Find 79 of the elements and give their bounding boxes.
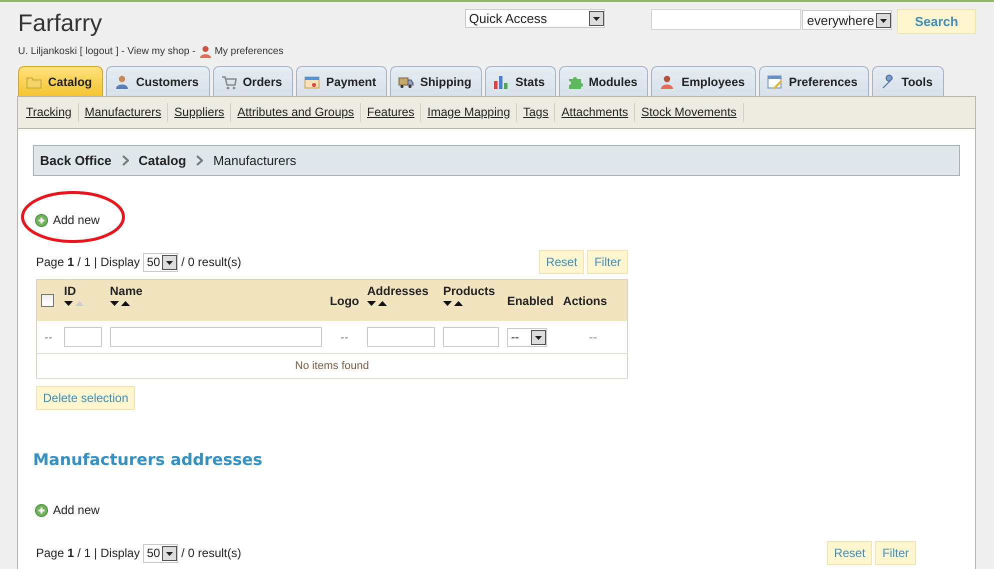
preferences-link[interactable]: My preferences (214, 46, 284, 57)
filter-field[interactable] (110, 327, 322, 347)
subnav-link[interactable]: Attachments (555, 103, 636, 122)
add-new-link[interactable]: Add new (53, 503, 100, 517)
view-shop-link[interactable]: ] - View my shop - (116, 46, 196, 57)
caret-icon[interactable] (162, 254, 178, 270)
filter-field[interactable] (443, 327, 500, 347)
person-icon (198, 45, 212, 58)
cart-icon (220, 74, 237, 90)
breadcrumb-link[interactable]: Back Office (40, 153, 112, 168)
column-header: Logo (330, 294, 360, 308)
nav-tab[interactable]: Customers (106, 66, 210, 96)
plus-icon (35, 214, 48, 226)
caret-icon[interactable] (531, 330, 546, 344)
subnav-link[interactable]: Features (361, 103, 422, 122)
user-name: U. Liljankoski [ (18, 46, 82, 57)
nav-tab[interactable]: Stats (485, 66, 556, 96)
filter-field[interactable] (367, 327, 436, 347)
settings-window-icon (766, 74, 783, 90)
per-page-select[interactable]: 50 (142, 544, 178, 562)
search-field[interactable] (651, 9, 801, 30)
nav-tab[interactable]: Preferences (758, 66, 869, 96)
page-info: Page 1 / 1 | Display (36, 255, 140, 269)
enabled-select[interactable]: -- (507, 328, 548, 346)
plus-icon (35, 504, 48, 516)
empty-cell: -- (340, 330, 348, 344)
sort-up-icon[interactable] (454, 301, 464, 306)
card-icon (304, 74, 320, 90)
sort-down-icon[interactable] (443, 301, 452, 306)
subnav-link[interactable]: Image Mapping (421, 103, 518, 122)
column-header: Name (110, 284, 144, 298)
chevron-icon (122, 155, 129, 166)
column-header: Products (443, 284, 496, 298)
caret-icon[interactable] (876, 12, 891, 28)
add-new-link[interactable]: Add new (53, 213, 100, 227)
empty-cell: -- (44, 330, 52, 344)
per-page-select[interactable]: 50 (142, 252, 178, 272)
quick-access-select[interactable]: Quick Access (465, 9, 605, 28)
column-header: Actions (563, 294, 608, 308)
caret-icon[interactable] (162, 546, 178, 560)
person-icon (114, 74, 130, 90)
empty-cell: -- (589, 330, 598, 344)
sort-up-icon[interactable] (120, 301, 130, 306)
chevron-icon (196, 155, 204, 166)
column-header: Enabled (507, 294, 555, 308)
section-title: Manufacturers addresses (33, 450, 264, 469)
sort-down-icon[interactable] (367, 301, 376, 306)
subnav-link[interactable]: Tags (517, 103, 556, 122)
logout-link[interactable]: logout (85, 46, 113, 57)
shop-title: Farfarry (18, 10, 102, 38)
sort-up-icon[interactable] (378, 301, 388, 306)
subnav-link[interactable]: Suppliers (168, 103, 232, 122)
sort-down-icon[interactable] (110, 301, 119, 306)
subnav-link[interactable]: Stock Movements (635, 103, 744, 122)
bar-chart-icon (493, 74, 510, 90)
search-scope-select[interactable]: everywhere (802, 10, 892, 30)
result-count: / 0 result(s) (181, 255, 242, 269)
filter-field[interactable] (64, 327, 102, 347)
column-header: ID (64, 284, 77, 298)
select-all-checkbox[interactable] (41, 294, 54, 307)
breadcrumb-current: Manufacturers (213, 153, 296, 168)
empty-message: No items found (295, 360, 369, 372)
nav-tab[interactable]: Catalog (18, 66, 104, 96)
person-icon (659, 74, 676, 90)
nav-tab[interactable]: Orders (212, 66, 294, 96)
subnav-link[interactable]: Attributes and Groups (231, 103, 362, 122)
nav-tab[interactable]: Payment (296, 66, 388, 96)
nav-tab[interactable]: Employees (651, 66, 756, 96)
nav-tab[interactable]: Shipping (390, 66, 482, 96)
sort-down-icon[interactable] (64, 301, 73, 306)
subnav-link[interactable]: Tracking (20, 103, 79, 122)
breadcrumb-link[interactable]: Catalog (138, 153, 186, 168)
subnav-link[interactable]: Manufacturers (78, 103, 168, 122)
nav-tab[interactable]: Modules (558, 66, 648, 96)
caret-icon[interactable] (589, 11, 604, 26)
nav-tab[interactable]: Tools (872, 66, 944, 96)
result-count: / 0 result(s) (181, 546, 242, 560)
column-header: Addresses (367, 284, 430, 298)
page-info: Page 1 / 1 | Display (36, 546, 140, 560)
